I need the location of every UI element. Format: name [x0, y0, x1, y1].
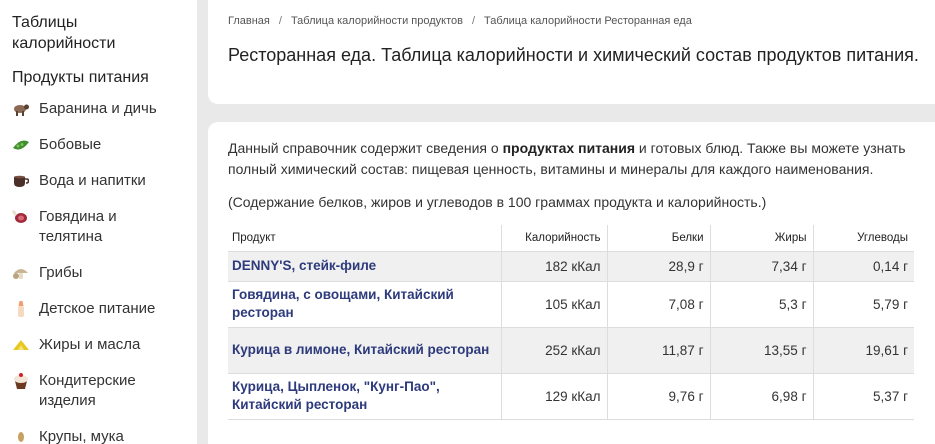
product-link[interactable]: Курица в лимоне, Китайский ресторан: [232, 341, 495, 359]
breadcrumb-separator: /: [471, 15, 476, 27]
sidebar-item-label: Грибы: [39, 264, 83, 281]
sidebar-item-label: Баранина и дичь: [39, 100, 157, 117]
product-cell: Говядина, с овощами, Китайский ресторан: [228, 281, 501, 328]
grain-icon: [12, 428, 30, 444]
column-header-carbs[interactable]: Углеводы: [812, 225, 914, 252]
sidebar-item-label: Вода и напитки: [39, 172, 146, 189]
sidebar-item-label: Бобовые: [39, 136, 102, 153]
breadcrumb-current-page[interactable]: Таблица калорийности Ресторанная еда: [484, 15, 692, 27]
column-header-fat[interactable]: Жиры: [709, 225, 813, 252]
sidebar-item-label: Кондитерские изделия: [39, 372, 136, 409]
sidebar-item-drinks[interactable]: Вода и напитки: [12, 171, 197, 191]
sidebar-item-grains[interactable]: Крупы, мука: [12, 427, 197, 444]
breadcrumb-separator: /: [278, 15, 282, 27]
protein-cell: 9,76 г: [606, 373, 710, 420]
breadcrumb-home-link[interactable]: Главная: [228, 15, 270, 27]
fat-cell: 7,34 г: [709, 251, 813, 282]
sidebar-category-list: Баранина и дичь Бобовые Вода и напитки Г…: [12, 99, 197, 444]
carbs-cell: 0,14 г: [812, 251, 914, 282]
product-cell: DENNY'S, стейк-филе: [228, 251, 501, 282]
column-header-product[interactable]: Продукт: [228, 225, 501, 252]
sidebar-item-label: Крупы, мука: [39, 428, 124, 444]
product-link[interactable]: Курица, Цыпленок, "Кунг-Пао", Китайский …: [232, 378, 495, 414]
intro-text-start: Данный справочник содержит сведения о: [228, 140, 503, 156]
protein-cell: 11,87 г: [606, 327, 710, 374]
product-link[interactable]: Говядина, с овощами, Китайский ресторан: [232, 286, 495, 322]
sidebar-item-fats[interactable]: Жиры и масла: [12, 335, 197, 355]
calories-cell: 182 кКал: [500, 251, 607, 282]
fat-cell: 6,98 г: [709, 373, 813, 420]
mushroom-icon: [12, 264, 30, 282]
baby-bottle-icon: [12, 300, 30, 318]
coffee-cup-icon: [12, 172, 30, 190]
table-header-row: Продукт Калорийность Белки Жиры Углеводы: [228, 225, 914, 252]
fat-cell: 5,3 г: [709, 281, 813, 328]
calories-cell: 252 кКал: [500, 327, 607, 374]
sheep-icon: [12, 100, 30, 118]
sidebar-item-lamb[interactable]: Баранина и дичь: [12, 99, 197, 119]
calories-cell: 129 кКал: [500, 373, 607, 420]
carbs-cell: 19,61 г: [812, 327, 914, 374]
sidebar-item-baby-food[interactable]: Детское питание: [12, 299, 197, 319]
product-cell: Курица в лимоне, Китайский ресторан: [228, 327, 501, 374]
sidebar-item-mushrooms[interactable]: Грибы: [12, 263, 197, 283]
table-row: DENNY'S, стейк-филе 182 кКал 28,9 г 7,34…: [228, 251, 914, 282]
table-row: Курица, Цыпленок, "Кунг-Пао", Китайский …: [228, 373, 914, 420]
fat-cell: 13,55 г: [709, 327, 813, 374]
ham-icon: [12, 208, 30, 226]
product-link[interactable]: DENNY'S, стейк-филе: [232, 257, 495, 275]
column-header-calories[interactable]: Калорийность: [500, 225, 607, 252]
calorie-table: Продукт Калорийность Белки Жиры Углеводы…: [228, 225, 914, 420]
header-card: Главная / Таблица калорийности продуктов…: [208, 0, 935, 104]
product-cell: Курица, Цыпленок, "Кунг-Пао", Китайский …: [228, 373, 501, 420]
butter-icon: [12, 336, 30, 354]
sidebar-item-beef[interactable]: Говядина и телятина: [12, 207, 197, 247]
intro-text: Данный справочник содержит сведения о пр…: [228, 138, 918, 180]
sidebar-item-label: Говядина и телятина: [39, 208, 117, 245]
sidebar-item-label: Детское питание: [39, 300, 156, 317]
table-note: (Содержание белков, жиров и углеводов в …: [228, 194, 767, 210]
sidebar-item-legumes[interactable]: Бобовые: [12, 135, 197, 155]
content-card: Данный справочник содержит сведения о пр…: [208, 122, 935, 444]
breadcrumb: Главная / Таблица калорийности продуктов…: [228, 15, 928, 27]
sidebar-item-label: Жиры и масла: [39, 336, 141, 353]
sidebar-title[interactable]: Таблицы калорийности: [12, 12, 172, 54]
carbs-cell: 5,37 г: [812, 373, 914, 420]
table-row: Говядина, с овощами, Китайский ресторан …: [228, 281, 914, 328]
column-header-protein[interactable]: Белки: [606, 225, 710, 252]
intro-text-bold: продуктах питания: [502, 140, 636, 156]
protein-cell: 28,9 г: [606, 251, 710, 282]
bean-pod-icon: [12, 136, 30, 154]
sidebar: Таблицы калорийности Продукты питания Ба…: [0, 0, 197, 444]
cupcake-icon: [12, 372, 30, 390]
calories-cell: 105 кКал: [500, 281, 607, 328]
carbs-cell: 5,79 г: [812, 281, 914, 328]
sidebar-section-title[interactable]: Продукты питания: [12, 69, 197, 87]
protein-cell: 7,08 г: [606, 281, 710, 328]
table-row: Курица в лимоне, Китайский ресторан 252 …: [228, 327, 914, 374]
breadcrumb-calorie-table-link[interactable]: Таблица калорийности продуктов: [291, 15, 463, 27]
page-title: Ресторанная еда. Таблица калорийности и …: [228, 45, 919, 65]
sidebar-item-confectionery[interactable]: Кондитерские изделия: [12, 371, 197, 411]
